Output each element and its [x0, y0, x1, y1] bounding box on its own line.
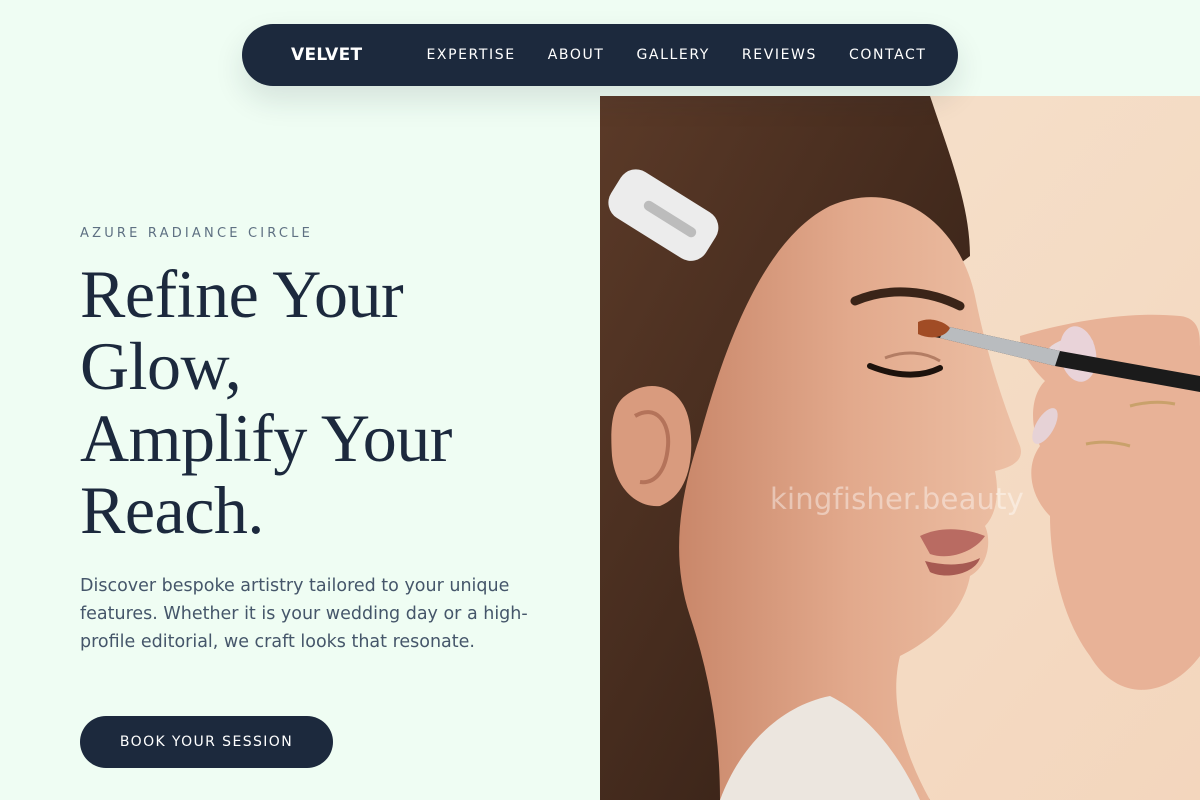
book-session-button[interactable]: BOOK YOUR SESSION	[80, 716, 333, 768]
nav-links: EXPERTISE ABOUT GALLERY REVIEWS CONTACT	[426, 47, 926, 63]
hero-eyebrow: AZURE RADIANCE CIRCLE	[80, 226, 314, 241]
image-watermark: kingfisher.beauty	[770, 482, 1025, 516]
hero-description: Discover bespoke artistry tailored to yo…	[80, 576, 528, 652]
headline-line-4: Reach.	[80, 472, 264, 548]
brand-logo[interactable]: VELVET	[291, 45, 362, 65]
headline-line-1: Refine Your	[80, 256, 404, 332]
top-nav: VELVET EXPERTISE ABOUT GALLERY REVIEWS C…	[242, 24, 958, 86]
nav-link-contact[interactable]: CONTACT	[849, 47, 927, 63]
headline-line-2: Glow,	[80, 328, 242, 404]
hero-image	[600, 96, 1200, 800]
nav-link-reviews[interactable]: REVIEWS	[742, 47, 817, 63]
headline-line-3: Amplify Your	[80, 400, 452, 476]
nav-link-expertise[interactable]: EXPERTISE	[426, 47, 515, 63]
nav-link-about[interactable]: ABOUT	[548, 47, 605, 63]
nav-link-gallery[interactable]: GALLERY	[636, 47, 709, 63]
hero-headline: Refine Your Glow, Amplify Your Reach.	[80, 258, 560, 546]
